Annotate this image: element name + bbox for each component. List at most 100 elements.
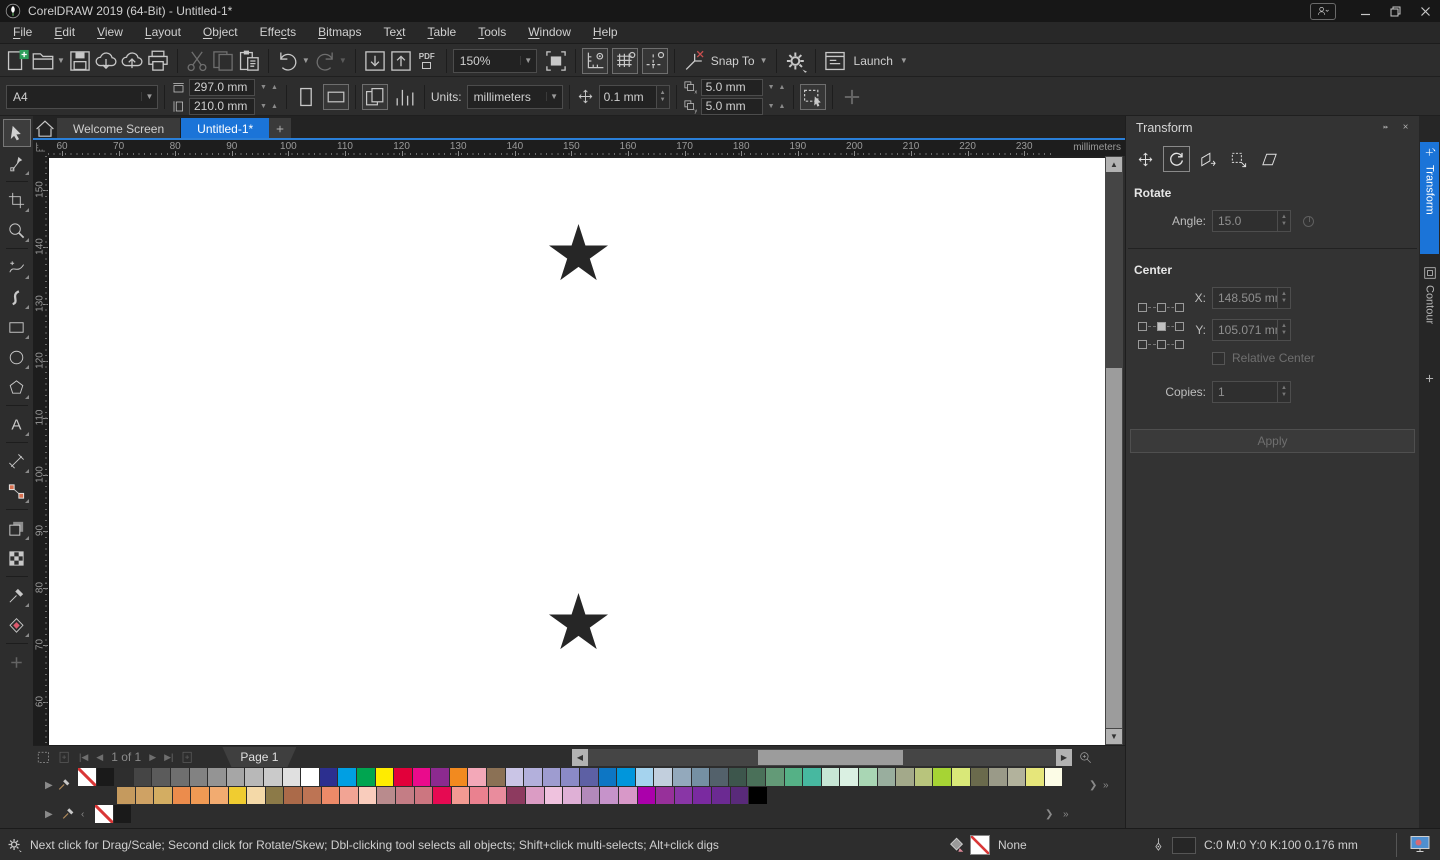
palette-swatch[interactable]: [470, 786, 488, 805]
show-guidelines-button[interactable]: [641, 47, 668, 74]
palette-swatch[interactable]: [544, 786, 563, 805]
status-gear-icon[interactable]: [6, 836, 23, 853]
open-dropdown[interactable]: ▼: [57, 56, 65, 65]
palette-swatch[interactable]: [749, 786, 767, 805]
page-1-tab[interactable]: Page 1: [222, 747, 296, 767]
anchor-point[interactable]: [1156, 303, 1166, 312]
artistic-media-tool[interactable]: [3, 283, 31, 311]
palette-eyedropper-icon[interactable]: [57, 777, 72, 792]
text-tool[interactable]: A: [3, 410, 31, 438]
copies-spinner[interactable]: ▲ ▼: [1278, 381, 1291, 403]
menu-item-edit[interactable]: Edit: [43, 22, 86, 43]
palette-swatch[interactable]: [338, 768, 356, 786]
palette-swatch[interactable]: [228, 786, 247, 805]
palette-swatch[interactable]: [637, 786, 656, 805]
minimize-button[interactable]: [1350, 0, 1380, 22]
freehand-tool[interactable]: [3, 253, 31, 281]
palette-swatch[interactable]: [451, 786, 470, 805]
anchor-point[interactable]: [1175, 303, 1184, 312]
palette-swatch[interactable]: [152, 768, 170, 786]
drawing-canvas[interactable]: [48, 156, 1105, 745]
publish-pdf-button[interactable]: PDF: [414, 48, 440, 74]
duplicate-x-spinner[interactable]: ▼ ▲: [766, 84, 788, 91]
cloud-upload-button[interactable]: [119, 48, 145, 74]
zoom-to-fit-button[interactable]: [1078, 750, 1094, 766]
palette-swatch[interactable]: [710, 768, 728, 786]
new-document-button[interactable]: [4, 48, 30, 74]
palette-swatch[interactable]: [358, 786, 377, 805]
redo-button[interactable]: [312, 48, 338, 74]
rectangle-tool[interactable]: [3, 313, 31, 341]
mini-palette-eyedropper-icon[interactable]: [61, 806, 76, 821]
horizontal-scroll-thumb[interactable]: [758, 750, 903, 765]
palette-swatch[interactable]: [803, 768, 821, 786]
save-button[interactable]: [67, 48, 93, 74]
vertical-ruler[interactable]: 150 140 130 120 110 100 90 80 70 60: [33, 156, 48, 745]
palette-swatch[interactable]: [340, 786, 358, 805]
menu-item-window[interactable]: Window: [517, 22, 582, 43]
undo-dropdown[interactable]: ▼: [302, 56, 310, 65]
palette-swatch[interactable]: [172, 786, 191, 805]
anchor-point[interactable]: [1175, 340, 1184, 349]
palette-swatch[interactable]: [96, 768, 115, 786]
palette-swatch[interactable]: [488, 786, 507, 805]
palette-no-color-swatch[interactable]: [78, 768, 96, 786]
palette-swatch[interactable]: [674, 786, 693, 805]
drop-shadow-tool[interactable]: [3, 514, 31, 542]
zoom-level-combo[interactable]: 150% ▼: [452, 48, 537, 73]
launch-dropdown[interactable]: ▼: [900, 56, 908, 65]
palette-swatch[interactable]: [265, 786, 284, 805]
palette-swatch[interactable]: [431, 768, 449, 786]
vertical-scrollbar[interactable]: ▲ ▼: [1105, 156, 1123, 745]
add-page-before-button[interactable]: [57, 750, 72, 765]
palette-swatch[interactable]: [412, 768, 431, 786]
palette-swatch[interactable]: [395, 786, 414, 805]
palette-swatch[interactable]: [598, 768, 617, 786]
anchor-point[interactable]: [1175, 321, 1184, 331]
palette-swatch[interactable]: [673, 768, 691, 786]
palette-swatch[interactable]: [356, 768, 375, 786]
palette-swatch[interactable]: [951, 768, 970, 786]
palette-swatch[interactable]: [858, 768, 877, 786]
menu-item-effects[interactable]: Effects: [249, 22, 307, 43]
palette-swatch[interactable]: [877, 768, 896, 786]
palette-swatch[interactable]: [896, 768, 914, 786]
mini-palette-back-arrow[interactable]: ‹: [81, 809, 84, 820]
palette-swatch[interactable]: [115, 768, 133, 786]
palette-swatch[interactable]: [914, 768, 933, 786]
palette-swatch[interactable]: [414, 786, 433, 805]
menu-item-text[interactable]: Text: [372, 22, 416, 43]
menu-item-view[interactable]: View: [86, 22, 134, 43]
palette-swatch[interactable]: [712, 786, 730, 805]
palette-swatch[interactable]: [284, 786, 302, 805]
palette-swatch[interactable]: [617, 768, 635, 786]
cut-button[interactable]: [184, 48, 210, 74]
mini-palette-expand-arrow[interactable]: »: [1063, 809, 1069, 820]
current-page-button[interactable]: [392, 84, 418, 110]
landscape-button[interactable]: [322, 83, 349, 110]
palette-swatch[interactable]: [542, 768, 561, 786]
snap-disable-button[interactable]: [681, 48, 707, 74]
add-docker-button[interactable]: [1423, 372, 1436, 385]
center-x-spinner[interactable]: ▲ ▼: [1278, 287, 1291, 309]
open-button[interactable]: [30, 48, 56, 74]
palette-swatch[interactable]: [933, 768, 951, 786]
export-button[interactable]: [388, 48, 414, 74]
portrait-button[interactable]: [293, 84, 319, 110]
restore-button[interactable]: [1380, 0, 1410, 22]
star-shape-2[interactable]: [546, 593, 611, 655]
account-button[interactable]: [1310, 2, 1336, 20]
palette-swatch[interactable]: [394, 768, 412, 786]
ruler-origin-icon[interactable]: [33, 140, 48, 156]
outline-color-swatch[interactable]: [1172, 837, 1196, 854]
palette-swatch[interactable]: [1044, 768, 1063, 786]
launch-label[interactable]: Launch: [854, 54, 893, 68]
palette-swatch[interactable]: [728, 768, 747, 786]
duplicate-y-spinner[interactable]: ▼ ▲: [766, 103, 788, 110]
palette-swatch[interactable]: [524, 768, 542, 786]
nudge-spinner[interactable]: ▲ ▼: [656, 84, 670, 109]
palette-swatch[interactable]: [840, 768, 858, 786]
angle-spinner[interactable]: ▲ ▼: [1278, 210, 1291, 232]
palette-swatch[interactable]: [319, 768, 338, 786]
palette-swatch[interactable]: [226, 768, 245, 786]
